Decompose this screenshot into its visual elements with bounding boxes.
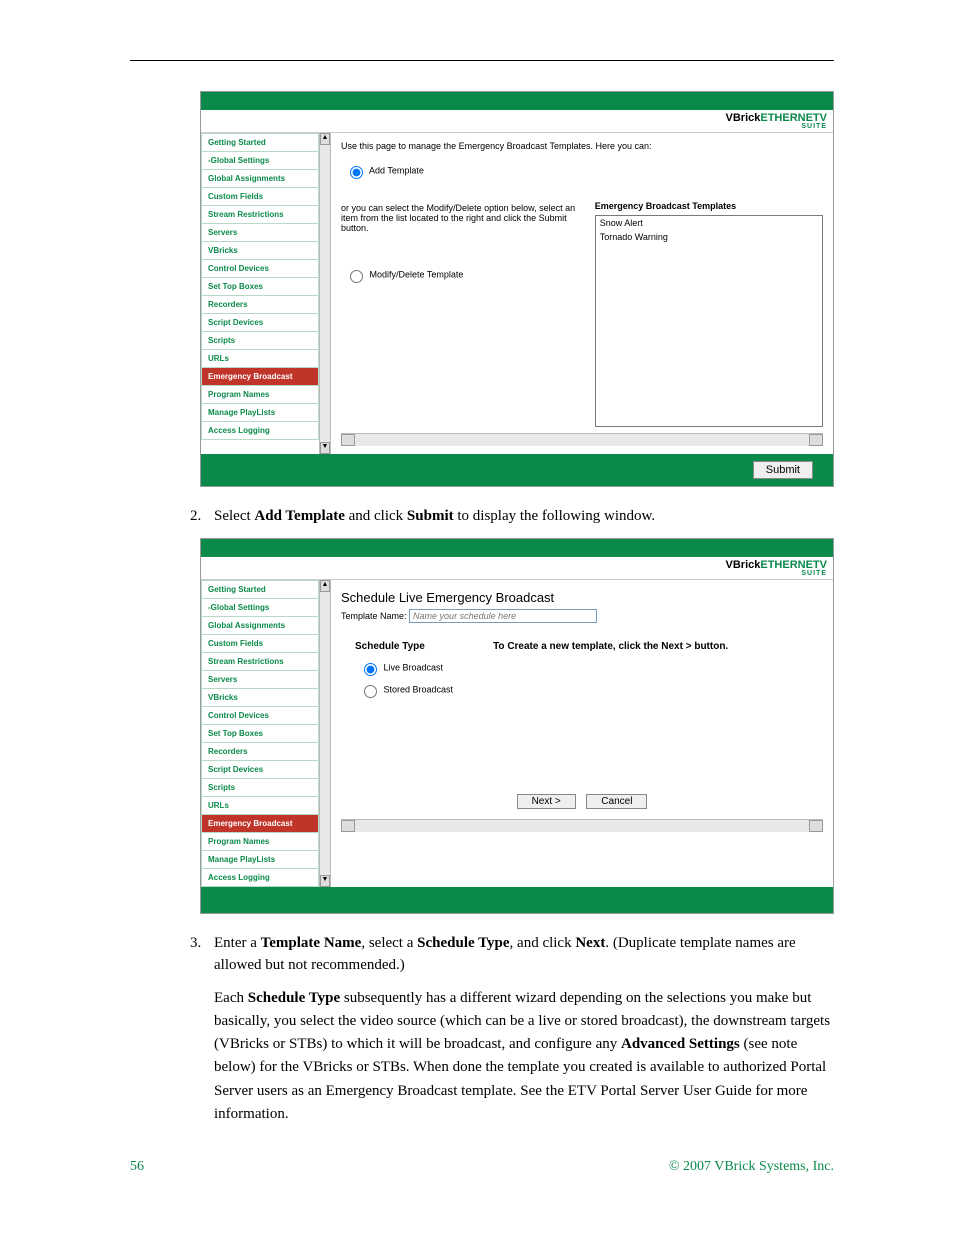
brand-header: VBrickETHERNETV SUITE [201, 110, 833, 133]
sidebar-item[interactable]: Manage PlayLists [201, 851, 319, 869]
screenshot-2: VBrickETHERNETV SUITE Getting Started-Gl… [200, 538, 834, 914]
page-title: Schedule Live Emergency Broadcast [341, 590, 823, 605]
list-item[interactable]: Snow Alert [596, 216, 822, 230]
sidebar-item[interactable]: Script Devices [201, 761, 319, 779]
sidebar-item[interactable]: VBricks [201, 689, 319, 707]
submit-button[interactable]: Submit [753, 461, 813, 479]
window-titlebar [201, 92, 833, 110]
next-button[interactable]: Next > [517, 794, 576, 809]
sidebar: Getting Started-Global SettingsGlobal As… [201, 133, 319, 454]
hscroll-right-icon[interactable] [809, 820, 823, 832]
sidebar-item[interactable]: Manage PlayLists [201, 404, 319, 422]
sidebar-item[interactable]: Access Logging [201, 422, 319, 440]
step-2: 2. Select Add Template and click Submit … [190, 505, 834, 528]
page-number: 56 [130, 1159, 144, 1175]
vbrick-logo: VBrickETHERNETV SUITE [726, 559, 827, 577]
sidebar-item[interactable]: Script Devices [201, 314, 319, 332]
live-broadcast-option[interactable]: Live Broadcast [359, 660, 453, 676]
sidebar-item[interactable]: Global Assignments [201, 170, 319, 188]
sidebar-item[interactable]: Custom Fields [201, 188, 319, 206]
template-name-row: Template Name: [341, 609, 823, 623]
sidebar-item[interactable]: Set Top Boxes [201, 278, 319, 296]
schedule-type-heading: Schedule Type [355, 641, 453, 652]
sidebar-item[interactable]: Access Logging [201, 869, 319, 887]
sidebar-item[interactable]: Global Assignments [201, 617, 319, 635]
hscroll-left-icon[interactable] [341, 434, 355, 446]
sidebar-item[interactable]: Scripts [201, 332, 319, 350]
create-template-hint: To Create a new template, click the Next… [493, 641, 728, 704]
sidebar-item[interactable]: Program Names [201, 833, 319, 851]
sidebar-item[interactable]: Getting Started [201, 133, 319, 152]
sidebar-item[interactable]: Servers [201, 224, 319, 242]
modify-template-option[interactable]: Modify/Delete Template [345, 267, 581, 283]
instruction-text: or you can select the Modify/Delete opti… [341, 203, 581, 233]
sidebar-item[interactable]: VBricks [201, 242, 319, 260]
sidebar-item[interactable]: Control Devices [201, 260, 319, 278]
vbrick-logo: VBrickETHERNETV SUITE [726, 112, 827, 130]
window-titlebar [201, 539, 833, 557]
cancel-button[interactable]: Cancel [586, 794, 647, 809]
add-template-option[interactable]: Add Template [345, 163, 581, 179]
templates-listbox[interactable]: Snow AlertTornado Warning [595, 215, 823, 427]
scroll-up-icon[interactable]: ▲ [320, 133, 330, 145]
page-footer: 56 © 2007 VBrick Systems, Inc. [130, 1159, 834, 1175]
sidebar-scrollbar[interactable]: ▲ ▼ [319, 580, 331, 887]
content-hscroll[interactable] [341, 819, 823, 832]
scroll-down-icon[interactable]: ▼ [320, 875, 330, 887]
scroll-up-icon[interactable]: ▲ [320, 580, 330, 592]
sidebar-item[interactable]: Program Names [201, 386, 319, 404]
stored-broadcast-radio[interactable] [364, 685, 377, 698]
copyright: © 2007 VBrick Systems, Inc. [669, 1159, 834, 1175]
sidebar-item[interactable]: Scripts [201, 779, 319, 797]
sidebar-item[interactable]: Emergency Broadcast [201, 815, 319, 833]
templates-list-header: Emergency Broadcast Templates [595, 201, 823, 211]
sidebar-item[interactable]: Control Devices [201, 707, 319, 725]
hscroll-right-icon[interactable] [809, 434, 823, 446]
sidebar: Getting Started-Global SettingsGlobal As… [201, 580, 319, 887]
sidebar-scrollbar[interactable]: ▲ ▼ [319, 133, 331, 454]
intro-text: Use this page to manage the Emergency Br… [341, 141, 823, 151]
screenshot-1: VBrickETHERNETV SUITE Getting Started-Gl… [200, 91, 834, 487]
sidebar-item[interactable]: Set Top Boxes [201, 725, 319, 743]
template-name-input[interactable] [409, 609, 597, 623]
add-template-radio[interactable] [350, 166, 363, 179]
modify-template-radio[interactable] [350, 270, 363, 283]
scroll-down-icon[interactable]: ▼ [320, 442, 330, 454]
sidebar-item[interactable]: Servers [201, 671, 319, 689]
sidebar-item[interactable]: Recorders [201, 296, 319, 314]
explanatory-paragraph: Each Schedule Type subsequently has a di… [214, 987, 834, 1127]
step-3: 3. Enter a Template Name, select a Sched… [190, 932, 834, 977]
stored-broadcast-option[interactable]: Stored Broadcast [359, 682, 453, 698]
live-broadcast-radio[interactable] [364, 663, 377, 676]
content-hscroll[interactable] [341, 433, 823, 446]
sidebar-item[interactable]: -Global Settings [201, 152, 319, 170]
sidebar-item[interactable]: Stream Restrictions [201, 653, 319, 671]
sidebar-item[interactable]: -Global Settings [201, 599, 319, 617]
sidebar-item[interactable]: Getting Started [201, 580, 319, 599]
brand-header: VBrickETHERNETV SUITE [201, 557, 833, 580]
sidebar-item[interactable]: URLs [201, 797, 319, 815]
hscroll-left-icon[interactable] [341, 820, 355, 832]
sidebar-item[interactable]: Emergency Broadcast [201, 368, 319, 386]
sidebar-item[interactable]: Stream Restrictions [201, 206, 319, 224]
sidebar-item[interactable]: Recorders [201, 743, 319, 761]
sidebar-item[interactable]: URLs [201, 350, 319, 368]
sidebar-item[interactable]: Custom Fields [201, 635, 319, 653]
list-item[interactable]: Tornado Warning [596, 230, 822, 244]
